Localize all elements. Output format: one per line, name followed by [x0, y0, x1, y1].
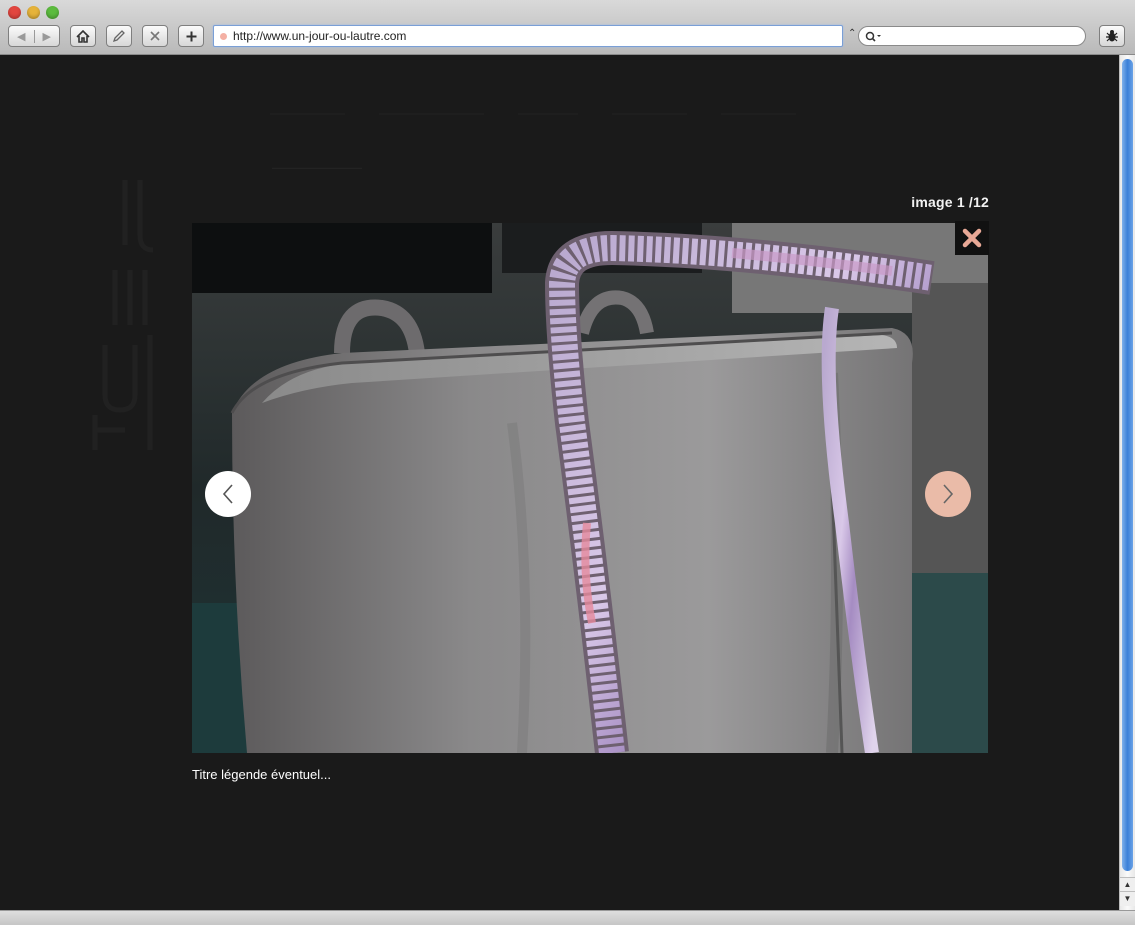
address-dropdown-icon[interactable]: ⌃: [848, 28, 856, 39]
home-icon: [76, 29, 90, 43]
edit-button[interactable]: [106, 25, 132, 47]
scroll-up-arrow[interactable]: ▲: [1120, 877, 1135, 892]
plus-icon: [186, 31, 196, 41]
page-heading-dimmed: ―――――: [272, 157, 362, 177]
scroll-down-arrow[interactable]: ▼: [1120, 891, 1135, 906]
status-bar: [0, 910, 1135, 925]
image-caption: Titre légende éventuel...: [192, 767, 331, 782]
window-controls: [8, 6, 59, 19]
next-image-button[interactable]: [925, 471, 971, 517]
search-field[interactable]: [858, 26, 1086, 46]
zoom-window-button[interactable]: [46, 6, 59, 19]
address-text: http://www.un-jour-ou-lautre.com: [233, 29, 407, 43]
minimize-window-button[interactable]: [27, 6, 40, 19]
image-counter: image 1 /12: [911, 194, 989, 210]
bug-report-button[interactable]: [1099, 25, 1125, 47]
chevron-right-icon: [943, 484, 954, 504]
vertical-scrollbar[interactable]: ▲ ▼: [1119, 55, 1135, 910]
site-logo-dimmed: [92, 180, 154, 450]
site-navigation-dimmed: ――――― ――――――― ―――― ――――― ―――――: [270, 105, 796, 122]
search-icon: [865, 31, 881, 42]
favicon: [220, 32, 227, 40]
close-window-button[interactable]: [8, 6, 21, 19]
close-icon: [962, 228, 982, 248]
browser-toolbar: ◀ ▶ http://www.un-jour-ou-lautre.com ⌃: [0, 0, 1135, 55]
bag-photo-illustration: [192, 223, 988, 753]
stop-button[interactable]: [142, 25, 168, 47]
pencil-icon: [112, 29, 125, 42]
add-bookmark-button[interactable]: [178, 25, 204, 47]
close-lightbox-button[interactable]: [955, 221, 989, 255]
back-button[interactable]: ◀: [9, 29, 35, 43]
forward-button[interactable]: ▶: [35, 30, 60, 43]
previous-image-button[interactable]: [205, 471, 251, 517]
back-forward-buttons: ◀ ▶: [8, 25, 60, 47]
chevron-left-icon: [222, 484, 233, 504]
bug-icon: [1106, 30, 1118, 42]
scrollbar-thumb[interactable]: [1122, 59, 1133, 871]
lightbox-photo: [192, 223, 988, 753]
stop-icon: [150, 31, 160, 41]
home-button[interactable]: [70, 25, 96, 47]
web-page: ――――― ――――――― ―――― ――――― ――――― ――――― image 1…: [0, 55, 1119, 910]
address-bar[interactable]: http://www.un-jour-ou-lautre.com: [213, 25, 843, 47]
